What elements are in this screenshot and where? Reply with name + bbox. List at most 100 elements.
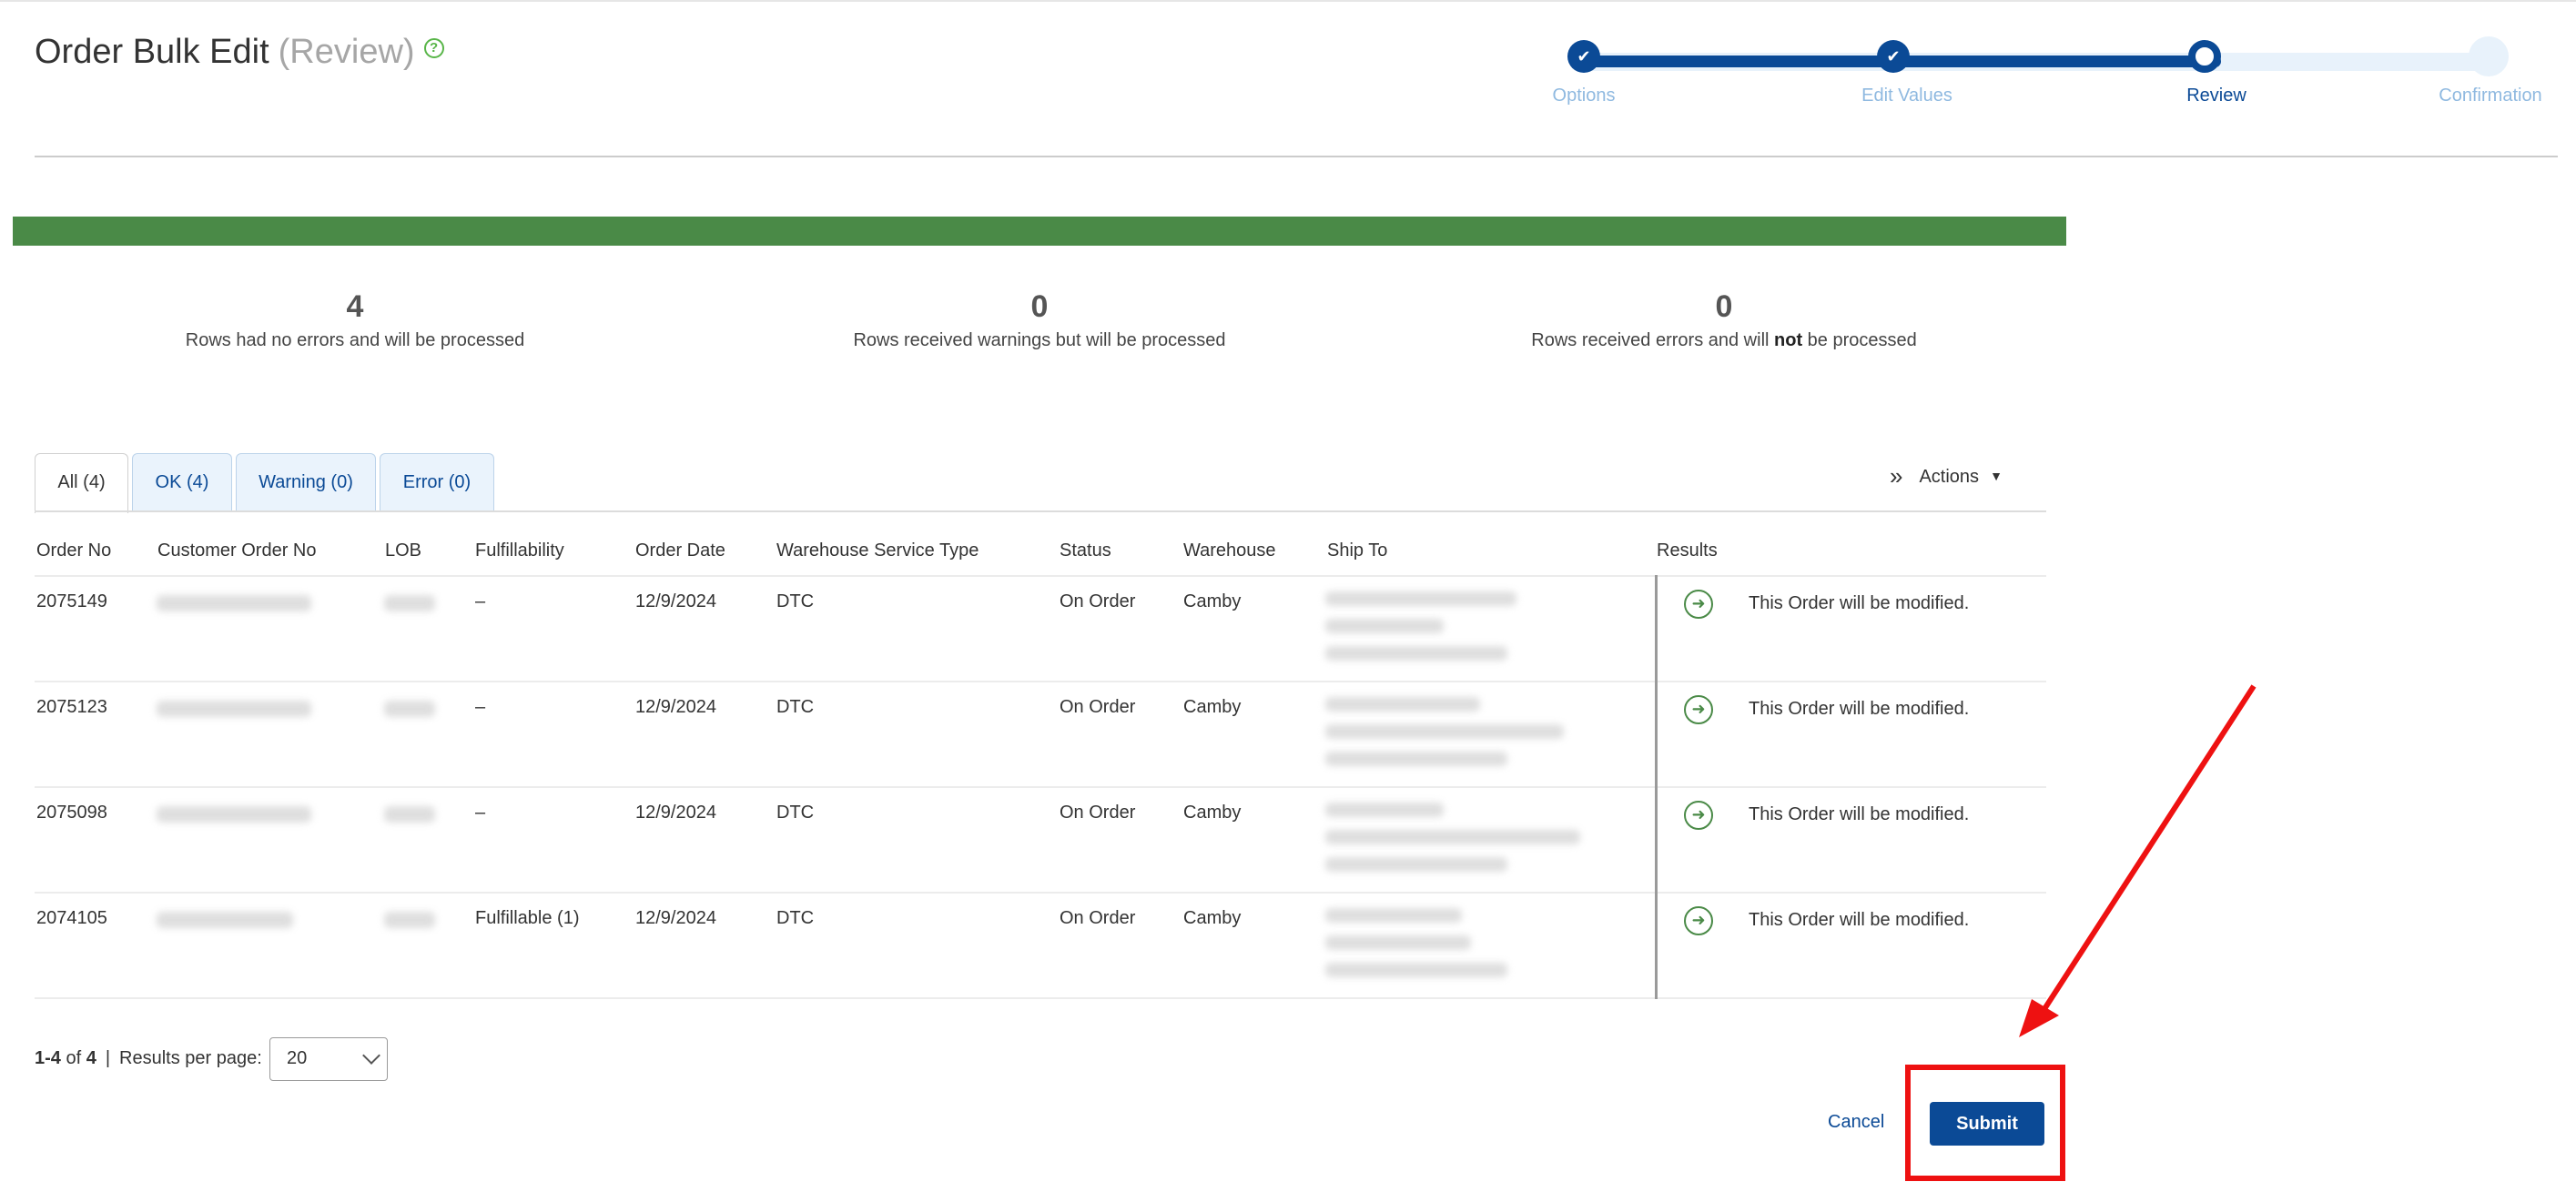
column-header-warehouse[interactable]: Warehouse <box>1183 540 1276 561</box>
table-row-result: This Order will be modified. <box>1749 804 1970 824</box>
step-label-options: Options <box>1552 86 1616 106</box>
table-row-warehouse: Camby <box>1183 803 1242 823</box>
column-header-warehouse-service-type[interactable]: Warehouse Service Type <box>776 540 979 561</box>
table-row-warehouse: Camby <box>1183 908 1242 928</box>
column-header-ship-to[interactable]: Ship To <box>1327 540 1387 561</box>
stat-no-errors: 4 Rows had no errors and will be process… <box>36 289 674 351</box>
redacted-customer-order-no <box>157 701 311 717</box>
column-header-customer-order-no[interactable]: Customer Order No <box>157 540 317 561</box>
redacted-ship-to-line <box>1325 908 1462 923</box>
redacted-lob <box>384 701 435 717</box>
chevron-down-icon <box>362 1046 380 1065</box>
actions-menu[interactable]: » Actions ▼ <box>1890 462 2003 490</box>
results-per-page-select[interactable]: 20 <box>269 1037 388 1081</box>
table-row-order-no[interactable]: 2074105 <box>36 908 107 929</box>
table-row-warehouse: Camby <box>1183 697 1242 717</box>
table-row-result: This Order will be modified. <box>1749 593 1970 613</box>
redacted-ship-to-line <box>1325 752 1507 766</box>
table-row-service-type: DTC <box>776 697 815 717</box>
table-row-fulfillability: – <box>475 697 486 717</box>
redacted-lob <box>384 595 435 611</box>
header-divider <box>35 156 2558 157</box>
table-row-result: This Order will be modified. <box>1749 699 1970 719</box>
column-header-fulfillability[interactable]: Fulfillability <box>475 540 564 561</box>
stat-errors-label: Rows received errors and will not be pro… <box>1531 330 1917 350</box>
tab-all[interactable]: All (4) <box>35 453 128 513</box>
annotation-arrow-head <box>2019 999 2059 1037</box>
table-row-order-no[interactable]: 2075149 <box>36 591 107 612</box>
table-row-status: On Order <box>1060 908 1136 928</box>
arrow-circle-right-icon: ➜ <box>1684 590 1713 619</box>
table-row-order-no[interactable]: 2075123 <box>36 697 107 718</box>
actions-label: Actions <box>1919 467 1980 487</box>
stat-no-errors-label: Rows had no errors and will be processed <box>185 330 525 350</box>
column-header-order-no[interactable]: Order No <box>36 540 111 561</box>
validation-progress-fill <box>13 217 2066 246</box>
page-subtitle: (Review) <box>278 33 415 71</box>
table-row-service-type: DTC <box>776 591 815 611</box>
table-row-fulfillability: Fulfillable (1) <box>475 908 580 928</box>
step-confirmation-dot-icon <box>2469 36 2509 76</box>
tab-error[interactable]: Error (0) <box>380 453 494 511</box>
annotation-highlight-box <box>1905 1065 2065 1181</box>
redacted-ship-to-line <box>1325 646 1507 661</box>
stat-errors-value: 0 <box>1715 289 1733 324</box>
step-label-edit-values: Edit Values <box>1861 86 1952 106</box>
step-review-current-icon <box>2188 40 2221 73</box>
column-header-status[interactable]: Status <box>1060 540 1111 561</box>
column-header-lob[interactable]: LOB <box>385 540 421 561</box>
column-header-results[interactable]: Results <box>1657 540 1718 561</box>
redacted-ship-to-line <box>1325 830 1580 844</box>
wizard-stepper: ✔ Options ✔ Edit Values Review Confirmat… <box>1547 33 2542 115</box>
table-row-order-no[interactable]: 2075098 <box>36 803 107 823</box>
step-label-confirmation: Confirmation <box>2439 86 2542 106</box>
tabs-divider <box>35 510 2046 512</box>
table-row-status: On Order <box>1060 591 1136 611</box>
table-row-divider <box>35 786 2046 788</box>
table-row-order-date: 12/9/2024 <box>635 591 716 611</box>
results-per-page-value: 20 <box>287 1048 308 1068</box>
redacted-ship-to-line <box>1325 591 1516 606</box>
double-chevron-right-icon[interactable]: » <box>1890 462 1902 490</box>
pagination-summary: 1-4 of 4 | Results per page: <box>35 1048 262 1068</box>
validation-progress-bar <box>13 217 2066 246</box>
caret-down-icon: ▼ <box>1990 469 2003 483</box>
stat-warnings-label: Rows received warnings but will be proce… <box>853 330 1226 350</box>
table-row-fulfillability: – <box>475 803 486 823</box>
step-edit-values-check-icon: ✔ <box>1877 40 1910 73</box>
stat-warnings-value: 0 <box>1030 289 1049 324</box>
tab-warning[interactable]: Warning (0) <box>236 453 376 511</box>
table-row-divider <box>35 892 2046 894</box>
arrow-circle-right-icon: ➜ <box>1684 801 1713 830</box>
table-row-warehouse: Camby <box>1183 591 1242 611</box>
table-bottom-divider <box>35 997 2046 999</box>
redacted-lob <box>384 806 435 823</box>
table-row-divider <box>35 681 2046 682</box>
step-options-check-icon: ✔ <box>1567 40 1600 73</box>
redacted-ship-to-line <box>1325 935 1471 950</box>
redacted-customer-order-no <box>157 595 311 611</box>
redacted-customer-order-no <box>157 912 293 928</box>
redacted-ship-to-line <box>1325 697 1480 712</box>
table-row-status: On Order <box>1060 697 1136 717</box>
stat-no-errors-value: 4 <box>346 289 364 324</box>
table-row-order-date: 12/9/2024 <box>635 908 716 928</box>
page-title: Order Bulk Edit (Review)? <box>35 33 444 72</box>
redacted-ship-to-line <box>1325 619 1444 633</box>
table-row-status: On Order <box>1060 803 1136 823</box>
results-column-divider <box>1655 575 1658 999</box>
redacted-ship-to-line <box>1325 803 1444 817</box>
help-icon[interactable]: ? <box>423 38 444 58</box>
table-row-order-date: 12/9/2024 <box>635 697 716 717</box>
column-header-order-date[interactable]: Order Date <box>635 540 725 561</box>
tab-ok[interactable]: OK (4) <box>132 453 232 511</box>
table-header-divider <box>35 575 2046 577</box>
redacted-customer-order-no <box>157 806 311 823</box>
table-row-service-type: DTC <box>776 803 815 823</box>
redacted-ship-to-line <box>1325 963 1507 977</box>
cancel-button[interactable]: Cancel <box>1828 1112 1884 1133</box>
arrow-circle-right-icon: ➜ <box>1684 695 1713 724</box>
redacted-ship-to-line <box>1325 857 1507 872</box>
redacted-ship-to-line <box>1325 724 1564 739</box>
page-title-text: Order Bulk Edit <box>35 33 269 71</box>
